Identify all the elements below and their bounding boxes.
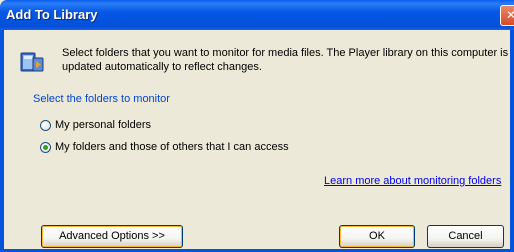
ok-button[interactable]: OK	[339, 225, 415, 248]
radio-label: My personal folders	[55, 119, 151, 131]
info-message: Select folders that you want to monitor …	[62, 46, 512, 74]
dialog-title: Add To Library	[6, 7, 98, 22]
radio-button-unchecked[interactable]	[40, 119, 51, 131]
radio-personal-folders[interactable]: My personal folders	[40, 118, 151, 132]
media-player-library-icon	[20, 52, 44, 72]
section-label: Select the folders to monitor	[33, 93, 170, 105]
learn-more-link[interactable]: Learn more about monitoring folders	[324, 175, 501, 187]
window-frame-left	[0, 30, 4, 252]
radio-label: My folders and those of others that I ca…	[55, 141, 289, 153]
advanced-options-button[interactable]: Advanced Options >>	[41, 225, 183, 248]
cancel-button[interactable]: Cancel	[427, 225, 504, 248]
radio-all-accessible-folders[interactable]: My folders and those of others that I ca…	[40, 140, 289, 154]
title-bar[interactable]: Add To Library	[0, 0, 514, 30]
info-line-1: Select folders that you want to monitor …	[62, 47, 509, 59]
info-line-2: updated automatically to reflect changes…	[62, 61, 262, 73]
radio-button-checked[interactable]	[40, 141, 51, 153]
close-button[interactable]: ✕	[500, 5, 514, 26]
add-to-library-dialog: Add To Library ✕ Select folders that you…	[0, 0, 514, 252]
